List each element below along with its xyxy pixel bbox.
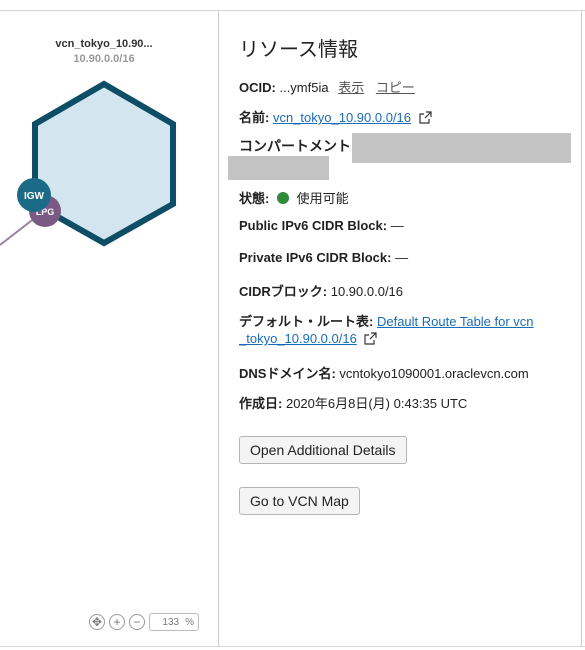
route-table-link-line1[interactable]: Default Route Table for vcn (377, 314, 534, 329)
redacted-compartment-block-2 (228, 156, 329, 180)
created-value: 2020年6月8日(月) 0:43:35 UTC (285, 396, 468, 411)
created-label: 作成日: (239, 396, 283, 411)
ocid-value: ...ymf5ia (279, 80, 329, 95)
dns-label: DNSドメイン名: (239, 366, 336, 381)
state-label: 状態: (239, 191, 270, 206)
route-table-label: デフォルト・ルート表: (239, 314, 374, 329)
open-additional-details-button[interactable]: Open Additional Details (239, 436, 407, 464)
right-border (581, 11, 582, 646)
external-link-icon[interactable] (364, 332, 378, 345)
go-to-vcn-map-button[interactable]: Go to VCN Map (239, 487, 360, 515)
cidr-row: CIDRブロック: 10.90.0.0/16 (239, 281, 403, 300)
ipv6-private-row: Private IPv6 CIDR Block: — (239, 250, 408, 265)
route-table-row: デフォルト・ルート表: Default Route Table for vcn (239, 311, 534, 330)
ipv6-public-value: — (390, 218, 404, 233)
name-label: 名前: (239, 110, 270, 125)
dns-value: vcntokyo1090001.oraclevcn.com (339, 366, 529, 381)
zoom-out-icon[interactable]: − (129, 614, 145, 630)
cidr-label: CIDRブロック: (239, 284, 328, 299)
zoom-controls: ✥ + − 133 % (89, 613, 199, 631)
pane-divider (218, 11, 219, 646)
ocid-copy-link[interactable]: コピー (376, 80, 415, 95)
compartment-row: コンパートメント (239, 136, 351, 156)
state-value: 使用可能 (296, 191, 349, 206)
zoom-level-unit: % (185, 616, 194, 628)
fit-view-icon[interactable]: ✥ (89, 614, 105, 630)
redacted-compartment-block (352, 133, 571, 163)
ipv6-private-label: Private IPv6 CIDR Block: (239, 250, 392, 265)
name-row: 名前: vcn_tokyo_10.90.0.0/16 (239, 107, 432, 126)
zoom-level-field[interactable]: 133 % (149, 613, 199, 631)
route-table-row-2: _tokyo_10.90.0.0/16 (239, 331, 378, 346)
ocid-show-link[interactable]: 表示 (338, 80, 364, 95)
zoom-in-icon[interactable]: + (109, 614, 125, 630)
zoom-level-value: 133 (162, 616, 180, 628)
ocid-label: OCID: (239, 80, 276, 95)
state-row: 状態: 使用可能 (239, 188, 349, 207)
created-row: 作成日: 2020年6月8日(月) 0:43:35 UTC (239, 393, 467, 412)
external-link-icon[interactable] (419, 111, 432, 124)
igw-node[interactable]: IGW (17, 178, 51, 212)
status-available-icon (276, 192, 289, 204)
compartment-label: コンパートメント (239, 138, 351, 154)
vcn-name-link[interactable]: vcn_tokyo_10.90.0.0/16 (273, 110, 411, 125)
route-table-link-line2[interactable]: _tokyo_10.90.0.0/16 (239, 331, 357, 346)
ipv6-public-row: Public IPv6 CIDR Block: — (239, 218, 404, 233)
ipv6-public-label: Public IPv6 CIDR Block: (239, 218, 388, 233)
igw-label: IGW (24, 191, 45, 202)
vcn-topology-diagram: LPG IGW (0, 80, 176, 247)
cidr-value: 10.90.0.0/16 (330, 284, 404, 299)
ipv6-private-value: — (395, 250, 409, 265)
ocid-row: OCID: ...ymf5ia 表示 コピー (239, 77, 415, 96)
dns-row: DNSドメイン名: vcntokyo1090001.oraclevcn.com (239, 363, 529, 382)
panel-title: リソース情報 (239, 39, 358, 61)
